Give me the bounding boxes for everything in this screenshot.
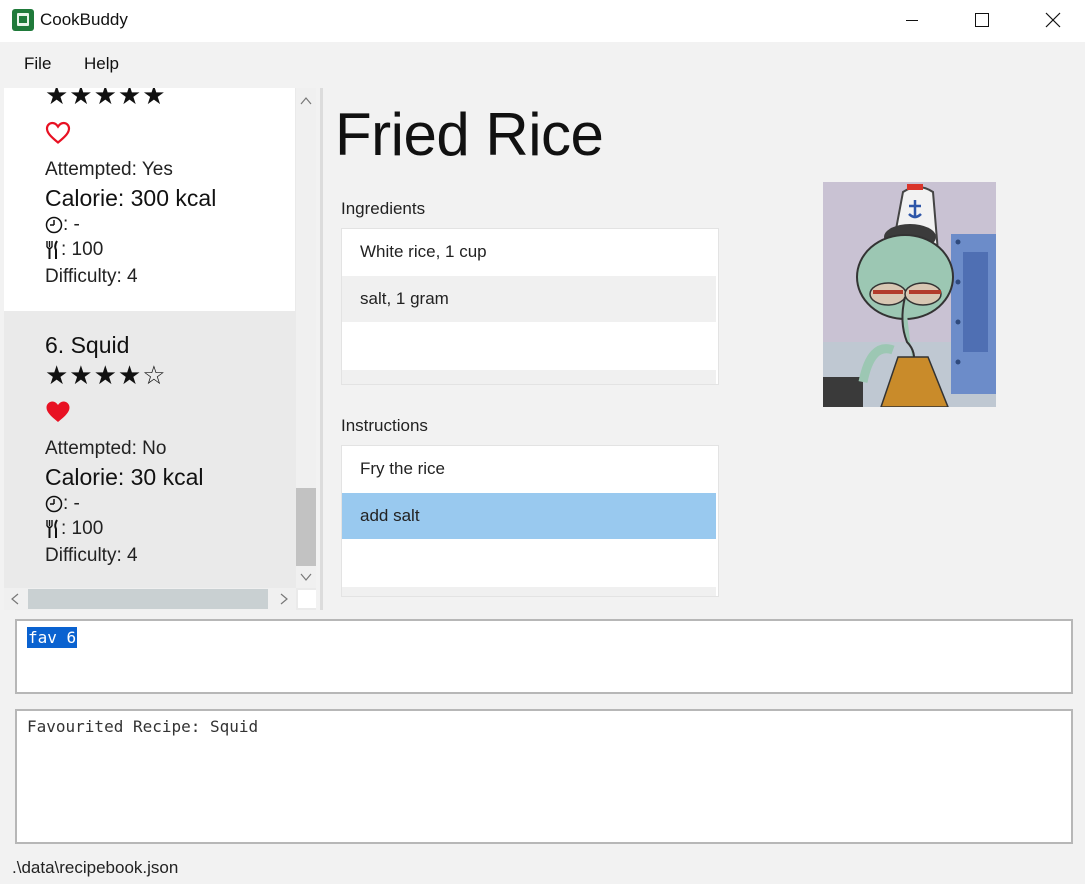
difficulty-label: Difficulty: 4 — [45, 266, 138, 287]
cutlery-icon — [46, 519, 58, 538]
command-text[interactable]: fav 6 — [27, 627, 78, 648]
result-text: Favourited Recipe: Squid — [27, 717, 259, 736]
menu-help[interactable]: Help — [74, 52, 129, 76]
ingredients-label: Ingredients — [341, 199, 426, 218]
serving-row: : 100 — [45, 239, 103, 261]
scroll-up-icon[interactable] — [300, 96, 312, 106]
close-icon — [1045, 12, 1061, 28]
attempted-label: Attempted: Yes — [45, 159, 173, 180]
recipe-card-title: 6. Squid — [45, 332, 130, 358]
instruction-text: add salt — [360, 506, 420, 525]
recipe-image — [823, 182, 996, 407]
list-item-empty — [342, 587, 716, 596]
minimize-icon — [906, 20, 918, 21]
vertical-scroll-thumb[interactable] — [296, 488, 316, 566]
result-display[interactable]: Favourited Recipe: Squid — [15, 709, 1073, 844]
heart-outline-icon[interactable] — [45, 121, 71, 145]
recipe-title: Fried Rice — [335, 101, 604, 168]
window-title: CookBuddy — [40, 10, 128, 29]
list-item-empty — [342, 540, 716, 586]
ingredient-text: salt, 1 gram — [360, 289, 449, 308]
scroll-right-icon[interactable] — [279, 593, 289, 605]
minimize-button[interactable] — [877, 0, 947, 40]
command-input[interactable]: fav 6 — [15, 619, 1073, 694]
serving-row: : 100 — [45, 518, 103, 540]
instructions-list[interactable]: Fry the rice add salt — [341, 445, 719, 597]
heart-filled-icon[interactable] — [45, 400, 71, 424]
recipe-list-panel[interactable]: ★★★★★ Attempted: Yes Calorie: 300 kcal :… — [4, 88, 316, 610]
scroll-down-icon[interactable] — [300, 572, 312, 582]
attempted-label: Attempted: No — [45, 438, 167, 459]
recipe-card[interactable]: 6. Squid ★★★★☆ Attempted: No Calorie: 30… — [4, 311, 295, 610]
time-row: : - — [45, 493, 80, 515]
difficulty-label: Difficulty: 4 — [45, 545, 138, 566]
cutlery-icon — [46, 240, 58, 259]
clock-icon — [45, 216, 63, 234]
list-item-empty — [342, 370, 716, 384]
time-row: : - — [45, 214, 80, 236]
scroll-left-icon[interactable] — [10, 593, 20, 605]
serving-value: : 100 — [61, 239, 104, 260]
list-item[interactable]: Fry the rice — [342, 446, 716, 492]
close-button[interactable] — [1018, 0, 1085, 40]
time-value: : - — [63, 214, 80, 235]
instruction-text: Fry the rice — [360, 459, 446, 478]
instructions-label: Instructions — [341, 416, 428, 435]
list-item[interactable]: salt, 1 gram — [342, 276, 716, 322]
menu-file[interactable]: File — [14, 52, 61, 76]
list-item-empty — [342, 323, 716, 369]
panel-divider[interactable] — [320, 88, 323, 610]
app-icon — [12, 9, 34, 31]
rating-stars: ★★★★☆ — [45, 360, 167, 390]
rating-stars: ★★★★★ — [45, 88, 167, 110]
clock-icon — [45, 495, 63, 513]
recipe-card[interactable]: ★★★★★ Attempted: Yes Calorie: 300 kcal :… — [4, 88, 295, 311]
ingredients-list[interactable]: White rice, 1 cup salt, 1 gram — [341, 228, 719, 385]
list-item[interactable]: White rice, 1 cup — [342, 229, 716, 275]
status-bar-path: .\data\recipebook.json — [12, 858, 179, 877]
serving-value: : 100 — [61, 518, 104, 539]
calorie-label: Calorie: 30 kcal — [45, 464, 204, 490]
list-item-selected[interactable]: add salt — [342, 493, 716, 539]
maximize-icon — [975, 13, 989, 27]
ingredient-text: White rice, 1 cup — [360, 242, 487, 261]
horizontal-scroll-thumb[interactable] — [28, 589, 268, 609]
maximize-button[interactable] — [947, 0, 1017, 40]
calorie-label: Calorie: 300 kcal — [45, 185, 217, 211]
scroll-corner — [298, 590, 316, 608]
time-value: : - — [63, 493, 80, 514]
